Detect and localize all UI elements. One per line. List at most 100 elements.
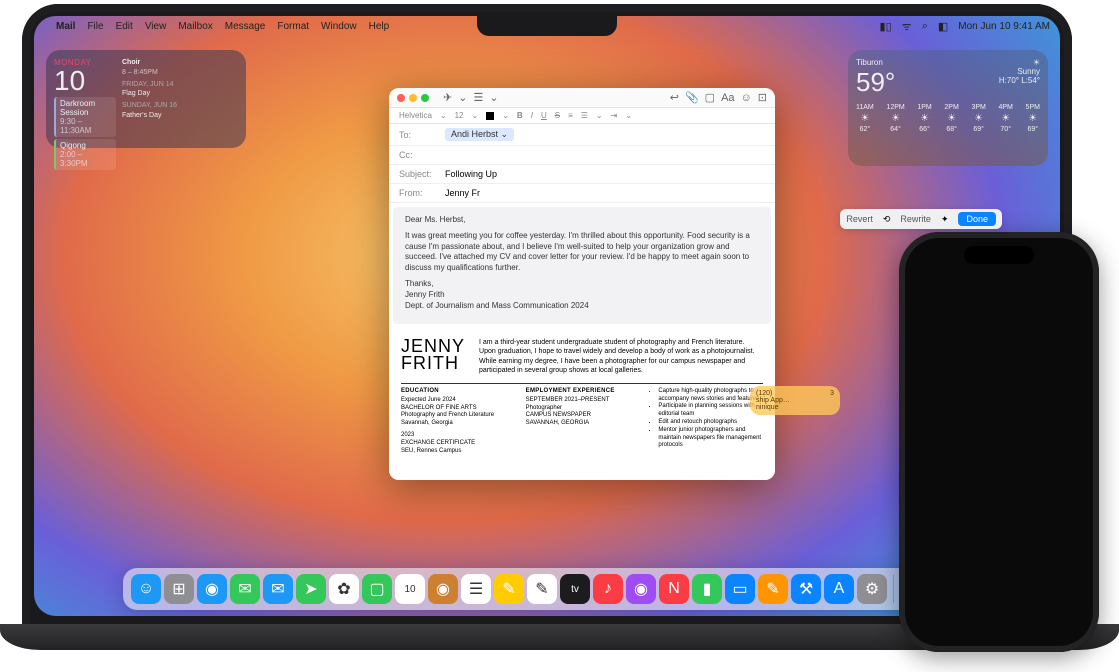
emoji-icon[interactable]: ☺ (741, 92, 752, 104)
search-icon[interactable]: ⌕ (922, 20, 928, 33)
format-icon[interactable]: Aa (721, 92, 734, 104)
dock-podcasts[interactable]: ◉ (626, 574, 656, 604)
weather-hour: 2PM☀68° (944, 104, 958, 133)
calendar-date-header: SUNDAY, JUN 16 (122, 101, 238, 111)
strike-button[interactable]: S (555, 111, 560, 120)
send-icon[interactable]: ✈ (443, 91, 452, 104)
menubar-clock[interactable]: Mon Jun 10 9:41 AM (958, 21, 1050, 32)
window-minimize-button[interactable] (409, 94, 417, 102)
wifi-icon[interactable]: ᯤ (902, 19, 912, 34)
message-body[interactable]: Dear Ms. Herbst, It was great meeting yo… (393, 207, 771, 324)
weather-condition: Sunny (999, 67, 1040, 76)
dock-tv[interactable]: tv (560, 574, 590, 604)
notification-badge: 3 (830, 390, 834, 397)
format-bar: Helvetica ⌄ 12 ⌄ ⌄ B I U S ≡ ☰ ⌄ ⇥ ⌄ (389, 108, 775, 124)
weather-widget[interactable]: Tiburon 59° ☀ Sunny H:70° L:54° 11AM☀62°… (848, 50, 1048, 166)
underline-button[interactable]: U (541, 111, 547, 120)
dock-music[interactable]: ♪ (593, 574, 623, 604)
dock-pages[interactable]: ✎ (758, 574, 788, 604)
app-menu[interactable]: Mail (56, 21, 75, 32)
dock-xcode[interactable]: ⚒ (791, 574, 821, 604)
italic-button[interactable]: I (531, 111, 533, 120)
attach-icon[interactable]: 📎 (685, 91, 699, 104)
dynamic-island (964, 246, 1034, 264)
cv-name: FRITH (401, 355, 465, 372)
dock-calendar[interactable]: 10 (395, 574, 425, 604)
window-close-button[interactable] (397, 94, 405, 102)
battery-icon[interactable]: ▮▯ (880, 20, 892, 33)
cv-employment-heading: EMPLOYMENT EXPERIENCE (526, 388, 639, 394)
header-fields-icon[interactable]: ☰ (473, 91, 483, 104)
dock-contacts[interactable]: ◉ (428, 574, 458, 604)
font-picker[interactable]: Helvetica (399, 111, 432, 120)
menu-mailbox[interactable]: Mailbox (178, 21, 212, 32)
indent-icon[interactable]: ⇥ (611, 111, 618, 120)
cv-bio: I am a third-year student undergraduate … (479, 338, 763, 374)
menu-view[interactable]: View (145, 21, 167, 32)
text-color-swatch[interactable] (486, 112, 494, 120)
reply-icon[interactable]: ↩ (670, 91, 679, 104)
dock-settings[interactable]: ⚙ (857, 574, 887, 604)
dock-safari[interactable]: ◉ (197, 574, 227, 604)
calendar-widget[interactable]: MONDAY 10 Darkroom Session 9:30 – 11:30A… (46, 50, 246, 148)
menu-window[interactable]: Window (321, 21, 357, 32)
cv-education-heading: EDUCATION (401, 388, 514, 394)
dock-reminders[interactable]: ☰ (461, 574, 491, 604)
notification-stack[interactable]: 3 (120) ship App… ninique (750, 386, 840, 419)
attachment-preview: JENNY FRITH I am a third-year student un… (389, 328, 775, 480)
dock-photos[interactable]: ✿ (329, 574, 359, 604)
recipient-pill[interactable]: Andi Herbst ⌄ (445, 128, 514, 141)
control-center-icon[interactable]: ◧ (938, 20, 948, 33)
menu-format[interactable]: Format (277, 21, 309, 32)
calendar-upcoming-item: Choir 8 – 8:45PM (122, 58, 238, 78)
dock-messages[interactable]: ✉ (230, 574, 260, 604)
iphone-device (899, 232, 1099, 652)
calendar-upcoming-item: Father's Day (122, 111, 238, 121)
dock-notes[interactable]: ✎ (494, 574, 524, 604)
dock-news[interactable]: N (659, 574, 689, 604)
dock-separator (893, 575, 894, 603)
display-notch (477, 16, 617, 36)
dock-mail[interactable]: ✉ (263, 574, 293, 604)
picture-icon[interactable]: ▢ (705, 91, 715, 104)
chevron-down-icon[interactable]: ⌄ (489, 91, 498, 104)
dock-launchpad[interactable]: ⊞ (164, 574, 194, 604)
from-field[interactable]: Jenny Fr (445, 188, 480, 198)
menu-edit[interactable]: Edit (116, 21, 133, 32)
menu-message[interactable]: Message (225, 21, 266, 32)
menu-file[interactable]: File (87, 21, 103, 32)
weather-hourly: 11AM☀62°12PM☀64°1PM☀66°2PM☀68°3PM☀69°4PM… (856, 104, 1040, 133)
calendar-event: Qigong 2:00 – 3:30PM (54, 139, 116, 170)
subject-field[interactable]: Following Up (445, 169, 497, 179)
from-label: From: (399, 188, 439, 198)
chevron-down-icon[interactable]: ⌄ (458, 91, 467, 104)
dock-finder[interactable]: ☺ (131, 574, 161, 604)
photo-browser-icon[interactable]: ⊡ (758, 91, 767, 104)
notification-item[interactable]: 3 (120) ship App… ninique (750, 386, 840, 415)
weather-temperature: 59° (856, 67, 895, 98)
revert-button[interactable]: Revert (846, 214, 873, 224)
dock-facetime[interactable]: ▢ (362, 574, 392, 604)
window-zoom-button[interactable] (421, 94, 429, 102)
bold-button[interactable]: B (517, 111, 523, 120)
dock-keynote[interactable]: ▭ (725, 574, 755, 604)
font-size[interactable]: 12 (455, 111, 464, 120)
chevron-down-icon[interactable]: ⌄ (501, 129, 509, 139)
weather-hour: 12PM☀64° (886, 104, 904, 133)
rewrite-button[interactable]: Rewrite (900, 214, 931, 224)
subject-label: Subject: (399, 169, 439, 179)
calendar-event: Darkroom Session 9:30 – 11:30AM (54, 97, 116, 137)
dock-appstore[interactable]: A (824, 574, 854, 604)
mail-compose-window: ✈ ⌄ ☰ ⌄ ↩ 📎 ▢ Aa ☺ ⊡ Helvetica ⌄ 12 ⌄ ⌄ … (389, 88, 775, 480)
dock-numbers[interactable]: ▮ (692, 574, 722, 604)
done-button[interactable]: Done (958, 212, 996, 226)
menu-help[interactable]: Help (369, 21, 390, 32)
align-icon[interactable]: ≡ (568, 111, 573, 120)
dock-freeform[interactable]: ✎ (527, 574, 557, 604)
dock-maps[interactable]: ➤ (296, 574, 326, 604)
weather-hour: 5PM☀69° (1026, 104, 1040, 133)
weather-hour: 4PM☀70° (999, 104, 1013, 133)
weather-location: Tiburon (856, 58, 895, 67)
list-icon[interactable]: ☰ (581, 111, 588, 120)
weather-hour: 1PM☀66° (917, 104, 931, 133)
